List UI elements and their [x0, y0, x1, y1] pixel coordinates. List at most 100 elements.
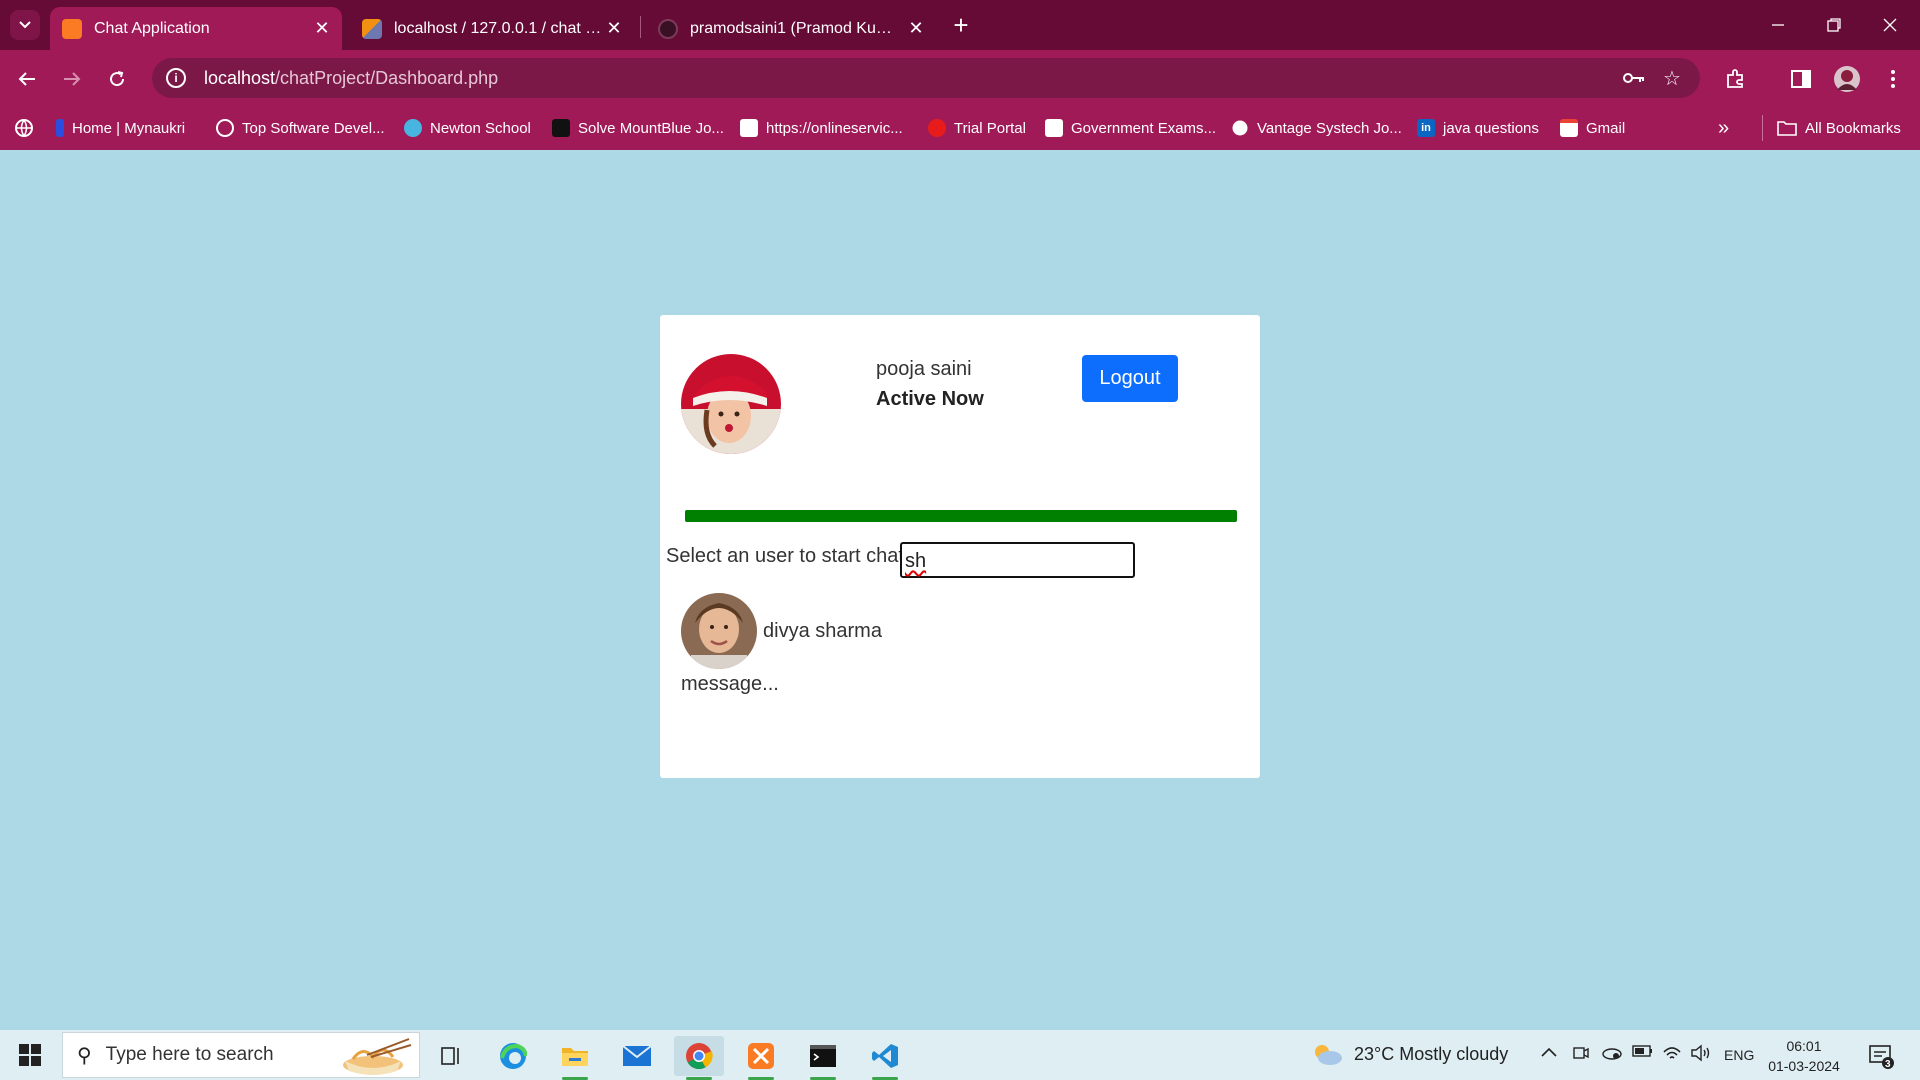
bookmark-mountblue[interactable]: Solve MountBlue Jo...: [552, 116, 724, 140]
site-info-icon[interactable]: i: [166, 68, 186, 88]
user-search-input[interactable]: sh: [900, 542, 1135, 578]
bookmark-mynaukri[interactable]: Home | Mynaukri: [56, 116, 185, 140]
taskbar-file-explorer[interactable]: [550, 1036, 600, 1080]
forward-button[interactable]: [55, 62, 89, 96]
meet-now-icon[interactable]: [1572, 1044, 1590, 1067]
hackerearth-icon: [552, 119, 570, 137]
battery-icon[interactable]: [1632, 1044, 1654, 1063]
wifi-icon[interactable]: [1662, 1044, 1682, 1067]
url-text[interactable]: localhost/chatProject/Dashboard.php: [204, 68, 498, 89]
taskbar-vscode[interactable]: [860, 1036, 910, 1080]
tab-title: pramodsaini1 (Pramod Kumar S: [690, 19, 904, 37]
puzzle-icon: [1727, 69, 1743, 88]
close-icon[interactable]: ✕: [602, 17, 626, 41]
taskbar-xampp[interactable]: [736, 1036, 786, 1080]
bookmarks-divider: [1762, 115, 1763, 141]
bookmark-top-software[interactable]: Top Software Devel...: [216, 116, 385, 140]
weather-widget[interactable]: 23°C Mostly cloudy: [1310, 1042, 1508, 1066]
onedrive-icon[interactable]: [1600, 1044, 1622, 1065]
taskbar-chrome[interactable]: [674, 1036, 724, 1080]
newton-school-icon: [404, 119, 422, 137]
language-indicator[interactable]: ENG: [1724, 1047, 1754, 1063]
tab-search-button[interactable]: [10, 10, 40, 40]
taskbar-edge[interactable]: [488, 1036, 538, 1076]
all-bookmarks-label: All Bookmarks: [1805, 119, 1901, 137]
nsdl-icon: [740, 119, 758, 137]
user-avatar: [681, 593, 757, 669]
search-input-value: sh: [905, 550, 927, 572]
taskbar-search-box[interactable]: ⚲ Type here to search: [62, 1032, 420, 1078]
phpmyadmin-icon: [362, 18, 382, 39]
bookmark-star-icon[interactable]: ☆: [1660, 66, 1684, 90]
notifications-button[interactable]: 3: [1856, 1036, 1906, 1076]
close-window-button[interactable]: [1862, 0, 1918, 50]
logout-button[interactable]: Logout: [1082, 355, 1178, 402]
taskbar-clock[interactable]: 06:01 01-03-2024: [1764, 1036, 1844, 1076]
reload-button[interactable]: [100, 62, 134, 96]
mail-icon: [622, 1045, 652, 1066]
restore-button[interactable]: [1806, 0, 1862, 50]
bookmark-label: java questions: [1443, 119, 1539, 137]
bookmark-label: Gmail: [1586, 119, 1626, 137]
back-arrow-icon: [18, 72, 35, 86]
terminal-icon: [810, 1045, 836, 1067]
current-user-status: Active Now: [876, 388, 984, 410]
address-bar[interactable]: i localhost/chatProject/Dashboard.php ☆: [152, 58, 1700, 98]
volume-icon[interactable]: [1690, 1044, 1712, 1067]
bookmark-gmail[interactable]: Gmail: [1560, 116, 1625, 140]
bookmark-label: https://onlineservic...: [766, 119, 903, 137]
bookmark-label: Government Exams...: [1071, 119, 1217, 137]
profile-avatar-icon: [1834, 66, 1860, 92]
tab-github[interactable]: pramodsaini1 (Pramod Kumar S ✕: [646, 7, 936, 50]
browser-titlebar: Chat Application ✕ localhost / 127.0.0.1…: [0, 0, 1920, 50]
gmail-icon: [1560, 119, 1578, 137]
more-bookmarks-button[interactable]: »: [1718, 116, 1729, 140]
chevron-double-right-icon: »: [1718, 116, 1730, 139]
bookmark-trial-portal[interactable]: Trial Portal: [928, 116, 1026, 140]
dashboard-card: pooja saini Active Now Logout Select an …: [660, 315, 1260, 778]
bookmark-globe[interactable]: [14, 116, 34, 140]
task-view-button[interactable]: [426, 1036, 476, 1076]
password-key-icon[interactable]: [1622, 66, 1646, 90]
task-view-icon: [441, 1047, 459, 1065]
taskbar-terminal[interactable]: [798, 1036, 848, 1080]
more-vertical-icon: [1891, 70, 1895, 88]
cloudy-weather-icon: [1315, 1045, 1342, 1065]
url-path: /chatProject/Dashboard.php: [275, 67, 499, 88]
side-panel-button[interactable]: [1784, 62, 1818, 96]
taskbar-mail[interactable]: [612, 1036, 662, 1076]
user-list-item[interactable]: divya sharma: [681, 593, 882, 669]
bookmark-onlineservices[interactable]: https://onlineservic...: [740, 116, 903, 140]
tab-phpmyadmin[interactable]: localhost / 127.0.0.1 / chat / me ✕: [350, 7, 634, 50]
globe-icon: [1232, 120, 1248, 136]
bookmark-label: Home | Mynaukri: [72, 119, 186, 137]
bookmarks-bar: Home | Mynaukri Top Software Devel... Ne…: [0, 106, 1920, 150]
new-tab-button[interactable]: +: [946, 10, 976, 40]
browser-menu-button[interactable]: [1876, 62, 1910, 96]
bookmark-vantage-systech[interactable]: Vantage Systech Jo...: [1231, 116, 1402, 140]
minimize-button[interactable]: [1750, 0, 1806, 50]
show-hidden-icons-button[interactable]: [1541, 1044, 1557, 1062]
minimize-icon: [1772, 24, 1784, 26]
bookmark-java-questions[interactable]: in java questions: [1417, 116, 1539, 140]
close-icon[interactable]: ✕: [310, 17, 334, 41]
user-last-message: message...: [681, 673, 779, 695]
xampp-icon: [62, 18, 82, 39]
all-bookmarks-button[interactable]: All Bookmarks: [1777, 116, 1901, 140]
xampp-icon: [748, 1043, 774, 1069]
edge-icon: [500, 1043, 527, 1069]
bookmark-newton-school[interactable]: Newton School: [404, 116, 531, 140]
progress-bar-fill: [685, 510, 1237, 522]
bookmark-label: Vantage Systech Jo...: [1257, 119, 1402, 137]
profile-button[interactable]: [1830, 62, 1864, 96]
back-button[interactable]: [10, 62, 44, 96]
close-icon[interactable]: ✕: [904, 17, 928, 41]
weather-text: 23°C Mostly cloudy: [1354, 1043, 1509, 1064]
vscode-icon: [872, 1044, 898, 1068]
bookmark-government-exams[interactable]: Government Exams...: [1045, 116, 1216, 140]
bookmark-label: Top Software Devel...: [242, 119, 385, 137]
extensions-button[interactable]: [1718, 62, 1752, 96]
start-button[interactable]: [10, 1038, 50, 1072]
linkedin-icon: in: [1417, 119, 1435, 137]
tab-chat-application[interactable]: Chat Application ✕: [50, 7, 342, 50]
